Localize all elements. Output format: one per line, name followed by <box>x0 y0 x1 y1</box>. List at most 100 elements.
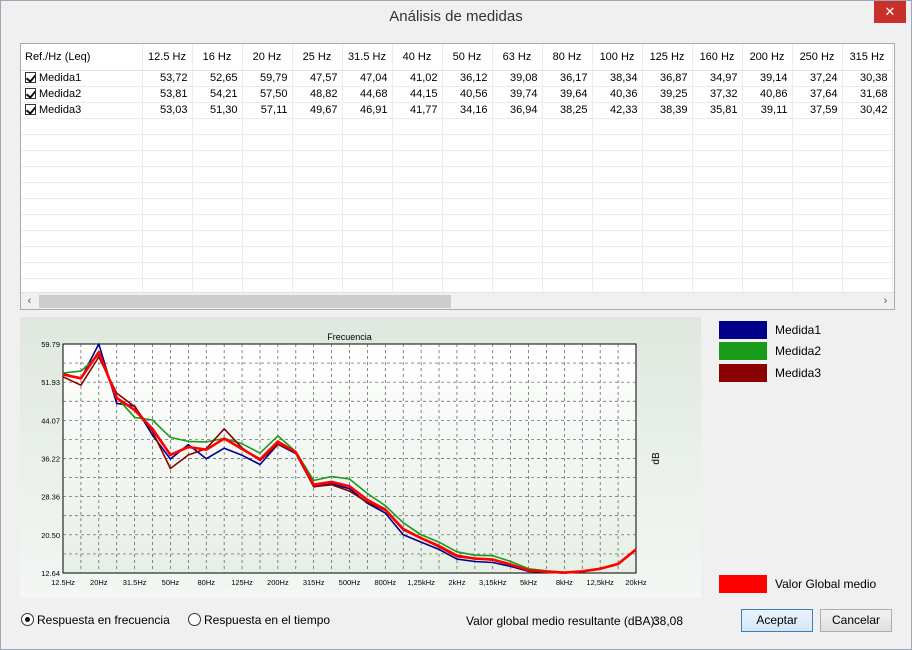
empty-cell <box>142 198 193 215</box>
header-column[interactable]: 20 Hz <box>242 44 293 71</box>
chart-title: Frecuencia <box>327 332 372 342</box>
radio-frequency-response[interactable]: Respuesta en frecuencia <box>21 613 170 629</box>
accept-button[interactable]: Aceptar <box>741 609 813 632</box>
row-checkbox[interactable] <box>25 104 36 115</box>
table-cell: 48,82 <box>292 86 343 103</box>
table-cell: 53,72 <box>142 70 193 87</box>
empty-cell <box>642 182 693 199</box>
table-cell: 39,64 <box>542 86 593 103</box>
table-row[interactable]: Medida3 53,03 51,30 57,11 49,67 46,91 41,77 34,… <box>21 102 893 119</box>
table-cell: 54,21 <box>192 86 243 103</box>
horizontal-scrollbar[interactable]: ‹ › <box>21 292 894 309</box>
empty-cell <box>242 134 293 151</box>
legend-label: Valor Global medio <box>775 577 877 591</box>
row-name-cell[interactable]: Medida3 <box>21 102 143 119</box>
empty-cell <box>442 246 493 263</box>
header-column[interactable]: 160 Hz <box>692 44 743 71</box>
empty-cell <box>692 166 743 183</box>
empty-cell <box>592 134 643 151</box>
header-column[interactable]: 100 Hz <box>592 44 643 71</box>
table-cell: 37,64 <box>792 86 843 103</box>
empty-cell <box>542 214 593 231</box>
empty-cell <box>792 230 843 247</box>
table-cell: 36,94 <box>492 102 543 119</box>
scroll-left-icon[interactable]: ‹ <box>21 293 38 309</box>
y-tick-label: 44.07 <box>41 416 60 425</box>
radio-time-icon[interactable] <box>188 613 201 626</box>
empty-cell <box>392 214 443 231</box>
x-tick-label: 50Hz <box>162 578 180 587</box>
header-column[interactable]: 315 Hz <box>842 44 893 71</box>
table-cell: 30,42 <box>842 102 893 119</box>
header-column[interactable]: 63 Hz <box>492 44 543 71</box>
empty-cell <box>442 230 493 247</box>
empty-cell <box>642 214 693 231</box>
scroll-right-icon[interactable]: › <box>877 293 894 309</box>
header-column[interactable]: 31.5 Hz <box>342 44 393 71</box>
empty-cell <box>242 166 293 183</box>
header-reference[interactable]: Ref./Hz (Leq) <box>21 44 143 71</box>
empty-cell <box>442 118 493 135</box>
empty-cell <box>342 166 393 183</box>
empty-cell <box>842 198 893 215</box>
empty-cell <box>21 166 143 183</box>
empty-cell <box>842 230 893 247</box>
empty-cell <box>142 118 193 135</box>
row-checkbox[interactable] <box>25 72 36 83</box>
empty-row <box>21 246 893 263</box>
header-column[interactable]: 25 Hz <box>292 44 343 71</box>
empty-cell <box>21 150 143 167</box>
y-tick-label: 12.64 <box>41 569 60 578</box>
empty-cell <box>492 166 543 183</box>
title-bar[interactable]: Análisis de medidas ✕ <box>1 1 911 32</box>
empty-cell <box>842 182 893 199</box>
radio-time-response[interactable]: Respuesta en el tiempo <box>188 613 330 629</box>
empty-cell <box>442 262 493 279</box>
empty-cell <box>242 246 293 263</box>
scrollbar-thumb[interactable] <box>39 295 451 308</box>
empty-cell <box>642 262 693 279</box>
table-cell: 36,87 <box>642 70 693 87</box>
row-checkbox[interactable] <box>25 88 36 99</box>
x-tick-label: 5kHz <box>520 578 537 587</box>
row-name-cell[interactable]: Medida1 <box>21 70 143 87</box>
header-column[interactable]: 16 Hz <box>192 44 243 71</box>
empty-cell <box>842 166 893 183</box>
table-row[interactable]: Medida1 53,72 52,65 59,79 47,57 47,04 41,02 36,… <box>21 70 893 87</box>
empty-cell <box>142 134 193 151</box>
empty-cell <box>792 214 843 231</box>
empty-cell <box>842 150 893 167</box>
empty-cell <box>692 182 743 199</box>
empty-cell <box>692 262 743 279</box>
table-cell: 47,04 <box>342 70 393 87</box>
table-header-row: Ref./Hz (Leq) 12.5 Hz 16 Hz 20 Hz 25 Hz 31.5… <box>21 44 893 71</box>
row-name-cell[interactable]: Medida2 <box>21 86 143 103</box>
empty-cell <box>542 230 593 247</box>
header-column[interactable]: 50 Hz <box>442 44 493 71</box>
header-column[interactable]: 250 Hz <box>792 44 843 71</box>
header-column[interactable]: 12.5 Hz <box>142 44 193 71</box>
y-tick-label: 59.79 <box>41 340 60 349</box>
radio-frequency-icon[interactable] <box>21 613 34 626</box>
header-column[interactable]: 40 Hz <box>392 44 443 71</box>
empty-cell <box>692 150 743 167</box>
empty-cell <box>492 198 543 215</box>
empty-cell <box>21 134 143 151</box>
table-cell: 34,16 <box>442 102 493 119</box>
legend-swatch <box>719 575 767 593</box>
empty-cell <box>342 214 393 231</box>
empty-cell <box>142 150 193 167</box>
empty-cell <box>842 118 893 135</box>
x-tick-label: 800Hz <box>374 578 396 587</box>
close-button[interactable]: ✕ <box>874 1 906 23</box>
header-column[interactable]: 125 Hz <box>642 44 693 71</box>
table-row[interactable]: Medida2 53,81 54,21 57,50 48,82 44,68 44,15 40,… <box>21 86 893 103</box>
legend-label: Medida1 <box>775 323 822 337</box>
empty-row <box>21 198 893 215</box>
header-column[interactable]: 80 Hz <box>542 44 593 71</box>
empty-cell <box>592 246 643 263</box>
header-column[interactable]: 200 Hz <box>742 44 793 71</box>
table-cell: 41,02 <box>392 70 443 87</box>
cancel-button[interactable]: Cancelar <box>820 609 892 632</box>
x-tick-label: 12,5kHz <box>586 578 614 587</box>
